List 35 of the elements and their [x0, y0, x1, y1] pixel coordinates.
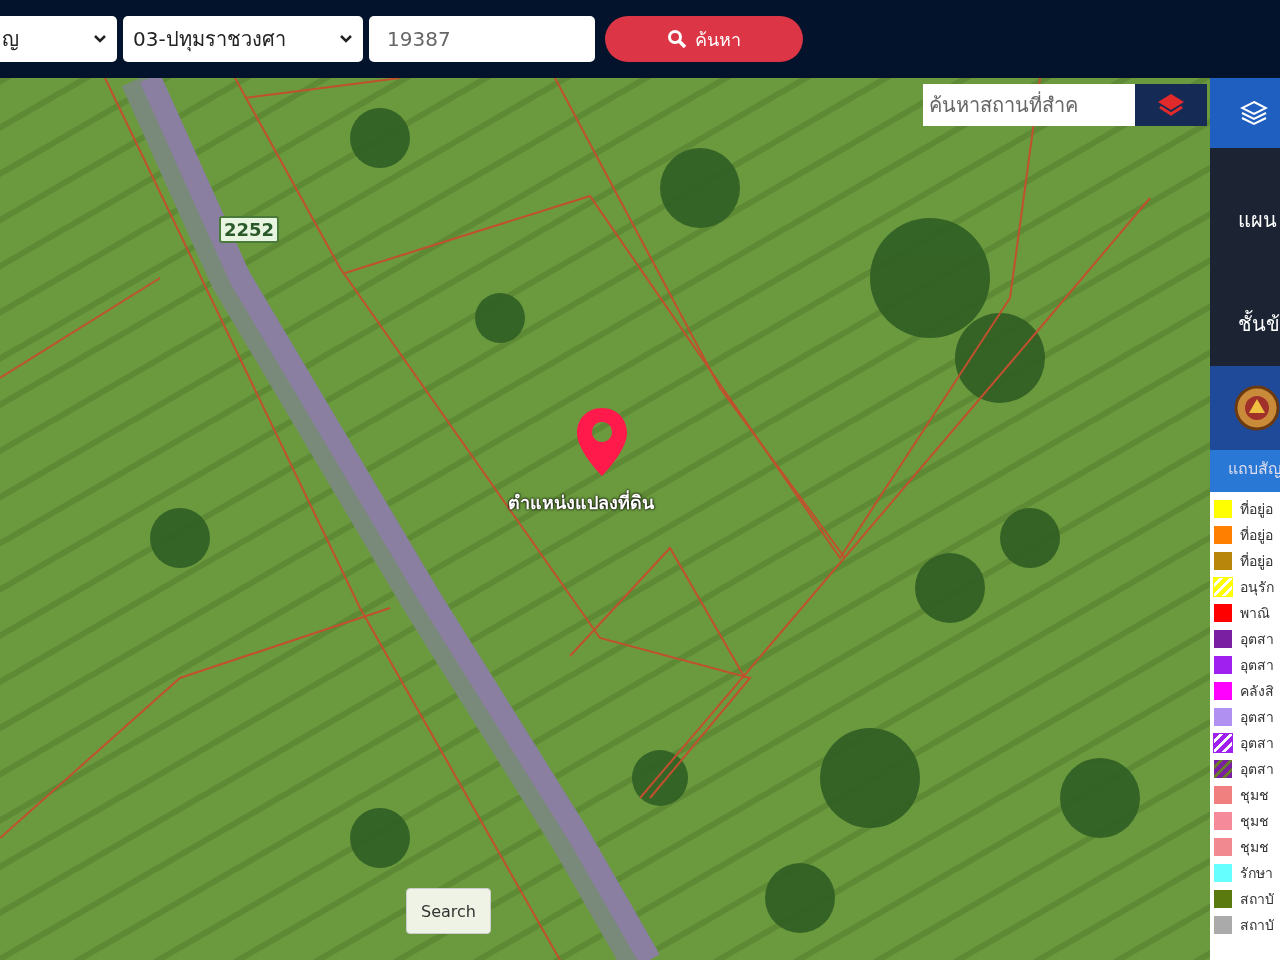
legend-label: อนุรัก	[1240, 578, 1274, 598]
legend-label: ที่อยู่อ	[1240, 499, 1273, 520]
legend-label: ที่อยู่อ	[1240, 551, 1273, 572]
legend-label: รักษา	[1240, 864, 1273, 883]
legend-label: ชุมช	[1240, 786, 1269, 806]
legend-label: อุตสา	[1240, 760, 1274, 780]
legend-label: อุตสา	[1240, 656, 1274, 676]
province-dropdown[interactable]: ญ	[0, 16, 117, 62]
location-pin-icon	[575, 406, 629, 478]
layers-icon	[1240, 100, 1268, 126]
legend-label: ชุมช	[1240, 838, 1269, 858]
emblem-icon	[1234, 385, 1280, 431]
layers-button[interactable]	[1135, 84, 1207, 126]
search-button[interactable]: Search	[406, 888, 491, 934]
chevron-down-icon	[93, 34, 107, 44]
layer-item[interactable]: แผน	[1238, 204, 1280, 236]
legend-label: สถาบั	[1240, 916, 1274, 935]
legend-label: พาณิ	[1240, 604, 1270, 623]
legend-label: คลังสิ	[1240, 682, 1274, 701]
chevron-down-icon	[339, 34, 353, 44]
place-search-field[interactable]: ค้นหาสถานที่สำค	[923, 84, 1135, 126]
district-dropdown[interactable]: 03-ปทุมราชวงศา	[123, 16, 363, 62]
road-number-label: 2252	[219, 216, 280, 243]
legend-label: สถาบั	[1240, 890, 1274, 909]
search-icon	[667, 29, 687, 49]
legend-label: อุตสา	[1240, 708, 1274, 728]
layer-item[interactable]: ชั้นข้	[1238, 308, 1280, 340]
legend-label: อุตสา	[1240, 630, 1274, 650]
legend-label: ชุมช	[1240, 812, 1269, 832]
search-button[interactable]: ค้นหา	[605, 16, 803, 62]
legend-label: อุตสา	[1240, 734, 1274, 754]
layers-icon	[1156, 92, 1186, 118]
parcel-number-field[interactable]: 19387	[369, 16, 595, 62]
marker-label: ตำแหน่งแปลงที่ดิน	[508, 489, 654, 515]
legend-label: ที่อยู่อ	[1240, 525, 1273, 546]
